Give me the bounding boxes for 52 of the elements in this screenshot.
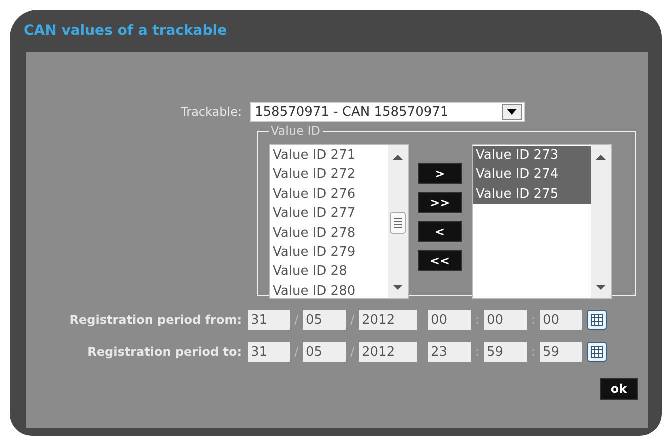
- list-item[interactable]: Value ID 277: [270, 204, 388, 224]
- list-item[interactable]: Value ID 272: [270, 165, 388, 185]
- date-field[interactable]: 31: [248, 310, 290, 330]
- separator: :: [530, 313, 537, 327]
- separator: :: [530, 345, 537, 359]
- separator: /: [293, 345, 300, 359]
- calendar-icon[interactable]: [587, 342, 607, 362]
- date-field[interactable]: 00: [484, 310, 527, 330]
- list-box[interactable]: Value ID 273 Value ID 274 Value ID 275: [472, 144, 612, 299]
- date-field[interactable]: 23: [428, 342, 471, 362]
- list-item[interactable]: Value ID 275: [473, 184, 591, 204]
- trackable-label: Trackable:: [180, 105, 242, 119]
- list-item[interactable]: Value ID 271: [270, 146, 388, 166]
- scroll-up-icon[interactable]: [392, 153, 404, 162]
- list-item[interactable]: Value ID 274: [473, 165, 591, 185]
- date-field[interactable]: 05: [303, 342, 346, 362]
- date-field[interactable]: 00: [428, 310, 471, 330]
- list-box[interactable]: Value ID 271 Value ID 272 Value ID 276 Value ID 277 Value ID 278 Value ID 279 Value ID 28 Value ID 280: [269, 144, 409, 299]
- list-item[interactable]: Value ID 280: [270, 282, 388, 302]
- period-label: Registration period from:: [68, 313, 242, 327]
- separator: /: [349, 313, 356, 327]
- scroll-down-icon[interactable]: [595, 283, 607, 292]
- date-field[interactable]: 2012: [359, 310, 417, 330]
- calendar-icon[interactable]: [587, 310, 607, 330]
- separator: /: [293, 313, 300, 327]
- date-field[interactable]: 00: [540, 310, 582, 330]
- move-button[interactable]: <: [418, 221, 462, 242]
- period-label: Registration period to:: [86, 345, 242, 359]
- date-field[interactable]: 59: [540, 342, 582, 362]
- separator: :: [474, 313, 481, 327]
- list-item[interactable]: Value ID 279: [270, 243, 388, 262]
- list-item[interactable]: Value ID 276: [270, 184, 388, 204]
- scroll-thumb[interactable]: [390, 212, 406, 234]
- separator: :: [474, 345, 481, 359]
- separator: /: [349, 345, 356, 359]
- scroll-up-icon[interactable]: [595, 153, 607, 162]
- ok-button[interactable]: ok: [600, 378, 638, 400]
- scroll-down-icon[interactable]: [392, 283, 404, 292]
- date-field[interactable]: 05: [303, 310, 346, 330]
- dropdown-caret-icon: [506, 108, 518, 116]
- trackable-dropdown[interactable]: 158570971 - CAN 158570971: [250, 102, 525, 122]
- list-item[interactable]: Value ID 278: [270, 224, 388, 244]
- window-title: CAN values of a trackable: [23, 22, 228, 40]
- date-field[interactable]: 59: [484, 342, 527, 362]
- move-button[interactable]: <<: [418, 250, 462, 271]
- group-legend: Value ID: [269, 124, 323, 138]
- list-item[interactable]: Value ID 28: [270, 262, 388, 282]
- move-button[interactable]: >: [418, 163, 462, 184]
- date-field[interactable]: 2012: [359, 342, 417, 362]
- date-field[interactable]: 31: [248, 342, 290, 362]
- move-button[interactable]: >>: [418, 192, 462, 213]
- list-item[interactable]: Value ID 273: [473, 146, 591, 166]
